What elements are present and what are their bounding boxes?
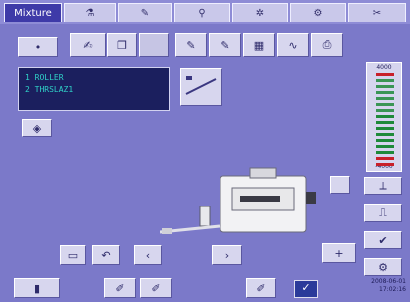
small-square-button[interactable] xyxy=(330,176,350,194)
logo-button[interactable]: ✓ xyxy=(294,280,318,298)
meter-segment xyxy=(376,151,394,154)
data-view-button[interactable] xyxy=(180,68,222,106)
tab-settings[interactable]: ⚙ xyxy=(290,3,346,22)
meter-segment xyxy=(376,139,394,142)
exit-button[interactable]: ▮ xyxy=(14,278,60,298)
edit2-icon: ✎ xyxy=(220,38,230,52)
probe-side-icon: ⎍ xyxy=(379,206,387,219)
status-line-2: 2 THRSLAZ1 xyxy=(25,85,74,94)
tab-mixture[interactable]: Mixture xyxy=(4,3,62,22)
prev-button[interactable]: ‹ xyxy=(134,245,162,265)
check-icon: ✔ xyxy=(378,233,388,247)
calibrate-icon: ◈ xyxy=(32,121,42,135)
edit-button[interactable]: ✎ xyxy=(175,33,207,57)
meter-segment xyxy=(376,85,394,88)
datetime: 2008-06-01 17:02:16 xyxy=(352,278,406,294)
side-button-1[interactable]: ⟂ xyxy=(364,177,402,195)
tune-icon: ✲ xyxy=(255,7,265,19)
plus-button[interactable]: + xyxy=(322,243,356,263)
tool-c-button[interactable]: ✐ xyxy=(246,278,276,298)
chart-icon: ∿ xyxy=(288,38,298,52)
meter-segment xyxy=(376,79,394,82)
next-button[interactable]: › xyxy=(212,245,242,265)
tool-a-button[interactable]: ✐ xyxy=(104,278,136,298)
settings-icon: ⚙ xyxy=(313,7,323,19)
copy-button[interactable]: ❐ xyxy=(107,33,137,57)
blank-button[interactable] xyxy=(139,33,169,57)
meter-segment xyxy=(376,109,394,112)
door-icon: ▮ xyxy=(33,281,41,295)
menu-button-label: • xyxy=(34,40,42,54)
meter-top-label: 4000 xyxy=(376,64,392,71)
footer-time: 17:02:16 xyxy=(379,286,406,293)
scan-icon: ✍ xyxy=(83,38,93,52)
meter-segment xyxy=(376,103,394,106)
tool-b-button[interactable]: ✐ xyxy=(140,278,172,298)
copy-icon: ❐ xyxy=(117,38,127,52)
calibrate-button[interactable]: ◈ xyxy=(22,119,52,137)
status-panel: 1 ROLLER 2 THRSLAZ1 xyxy=(18,67,170,111)
side-button-3[interactable]: ✔ xyxy=(364,231,402,249)
nav-list-button[interactable]: ▭ xyxy=(60,245,86,265)
status-line-1: 1 ROLLER xyxy=(25,73,64,82)
prev-icon: ‹ xyxy=(145,248,151,262)
footer-date: 2008-06-01 xyxy=(371,278,406,285)
meter-segment xyxy=(376,127,394,130)
tab-tool[interactable]: ✎ xyxy=(118,3,172,22)
waveform-icon xyxy=(185,76,217,95)
meter-segment xyxy=(376,133,394,136)
ruler-icon: ⟂ xyxy=(379,179,387,192)
table-button[interactable]: ▦ xyxy=(243,33,275,57)
meter-segment xyxy=(376,157,394,160)
back-button[interactable]: ↶ xyxy=(92,245,120,265)
print-button[interactable]: ⎙ xyxy=(311,33,343,57)
flask-icon: ⚗ xyxy=(85,7,95,19)
chart-button[interactable]: ∿ xyxy=(277,33,309,57)
gear-side-icon: ⚙ xyxy=(378,260,388,274)
probe-cable-image xyxy=(159,205,224,236)
tab-wrench[interactable]: ✂ xyxy=(348,3,406,22)
tab-flask[interactable]: ⚗ xyxy=(64,3,116,22)
tab-bar: Mixture ⚗ ✎ ⚲ ✲ ⚙ ✂ xyxy=(0,0,410,24)
meter-segment xyxy=(376,97,394,100)
level-meter: 4000 -4000 xyxy=(366,62,402,172)
meter-segment xyxy=(376,73,394,76)
plus-icon: + xyxy=(334,246,344,260)
side-button-2[interactable]: ⎍ xyxy=(364,204,402,222)
tab-probe[interactable]: ⚲ xyxy=(174,3,230,22)
edit2-button[interactable]: ✎ xyxy=(209,33,241,57)
meter-segment xyxy=(376,121,394,124)
list-icon: ▭ xyxy=(67,248,79,262)
tool-a-icon: ✐ xyxy=(115,281,125,295)
logo-icon: ✓ xyxy=(301,281,311,294)
print-icon: ⎙ xyxy=(322,38,332,51)
probe-icon: ⚲ xyxy=(198,7,206,19)
wrench-icon: ✂ xyxy=(372,7,382,19)
back-icon: ↶ xyxy=(101,248,111,262)
tool-c-icon: ✐ xyxy=(256,281,266,295)
table-icon: ▦ xyxy=(253,38,265,52)
meter-segment xyxy=(376,145,394,148)
menu-button[interactable]: • xyxy=(18,37,58,57)
tab-mixture-label: Mixture xyxy=(14,7,52,19)
side-button-4[interactable]: ⚙ xyxy=(364,258,402,276)
meter-segment xyxy=(376,115,394,118)
tool-b-icon: ✐ xyxy=(151,281,161,295)
tab-tune[interactable]: ✲ xyxy=(232,3,288,22)
scan-button[interactable]: ✍ xyxy=(70,33,106,57)
edit-icon: ✎ xyxy=(186,38,196,52)
meter-segment xyxy=(376,163,394,166)
next-icon: › xyxy=(224,248,230,262)
meter-segment xyxy=(376,91,394,94)
tool-icon: ✎ xyxy=(140,7,150,19)
instrument-image xyxy=(219,166,318,236)
